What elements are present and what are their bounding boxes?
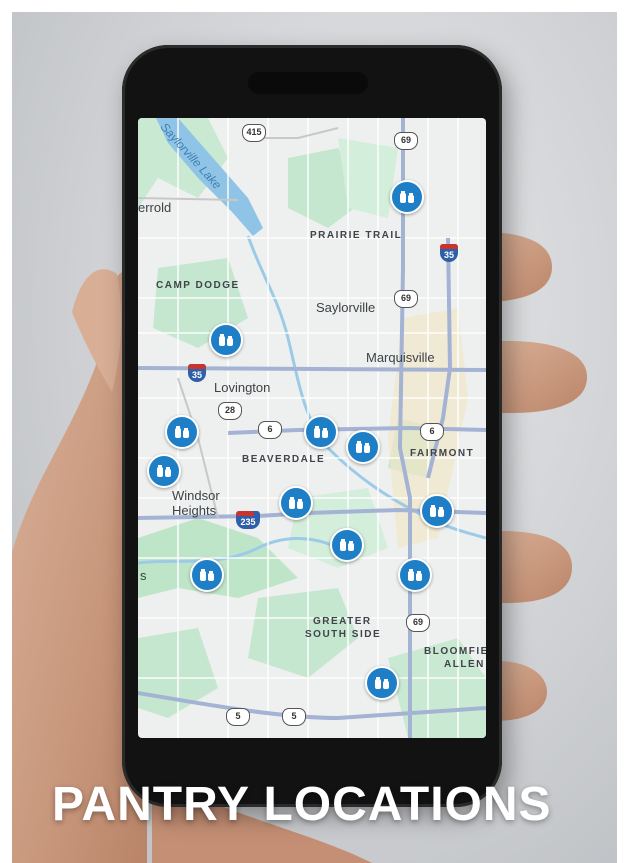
pantry-pin[interactable] (330, 528, 364, 562)
interstate-shield: 235 (236, 511, 260, 529)
neighborhood-label: GREATER (313, 616, 372, 627)
pantry-jars-icon (157, 465, 171, 477)
interstate-shield: 35 (188, 364, 206, 382)
pantry-jars-icon (430, 505, 444, 517)
pantry-pin[interactable] (365, 666, 399, 700)
neighborhood-label: CAMP DODGE (156, 280, 240, 291)
neighborhood-label: BEAVERDALE (242, 454, 326, 465)
neighborhood-label: ALLEN (444, 659, 485, 670)
town-label: s (140, 568, 147, 583)
route-shield: 5 (282, 708, 306, 726)
route-shield: 6 (420, 423, 444, 441)
route-shield: 28 (218, 402, 242, 420)
route-shield: 415 (242, 124, 266, 142)
interstate-shield: 35 (440, 244, 458, 262)
pantry-pin[interactable] (304, 415, 338, 449)
neighborhood-label: FAIRMONT (410, 448, 475, 459)
page-title: PANTRY LOCATIONS (52, 778, 552, 831)
town-label: Windsor (172, 488, 220, 503)
pantry-pin[interactable] (390, 180, 424, 214)
town-label: Lovington (214, 380, 271, 395)
route-shield: 69 (394, 132, 418, 150)
pantry-pin[interactable] (209, 323, 243, 357)
pantry-jars-icon (408, 569, 422, 581)
pantry-jars-icon (175, 426, 189, 438)
pantry-jars-icon (400, 191, 414, 203)
route-shield: 5 (226, 708, 250, 726)
pantry-jars-icon (289, 497, 303, 509)
pantry-pin[interactable] (190, 558, 224, 592)
pantry-pin[interactable] (147, 454, 181, 488)
pantry-pin[interactable] (346, 430, 380, 464)
pantry-pin[interactable] (165, 415, 199, 449)
pantry-jars-icon (340, 539, 354, 551)
pantry-jars-icon (375, 677, 389, 689)
pantry-jars-icon (356, 441, 370, 453)
pantry-jars-icon (200, 569, 214, 581)
pantry-jars-icon (219, 334, 233, 346)
pantry-pin[interactable] (398, 558, 432, 592)
pantry-pin[interactable] (279, 486, 313, 520)
neighborhood-label: BLOOMFIE (424, 646, 486, 657)
town-label: errold (138, 200, 172, 215)
neighborhood-label: SOUTH SIDE (305, 629, 382, 640)
route-shield: 69 (406, 614, 430, 632)
town-label: Heights (172, 503, 217, 518)
pantry-pin[interactable] (420, 494, 454, 528)
pantry-jars-icon (314, 426, 328, 438)
route-shield: 6 (258, 421, 282, 439)
town-label: Saylorville (316, 300, 376, 315)
route-shield: 69 (394, 290, 418, 308)
town-label: Marquisville (366, 350, 435, 365)
map-view[interactable]: Saylorville Lake errold PRAIRIE TRAIL CA… (138, 118, 486, 738)
phone-speaker (248, 72, 368, 94)
neighborhood-label: PRAIRIE TRAIL (310, 230, 403, 241)
